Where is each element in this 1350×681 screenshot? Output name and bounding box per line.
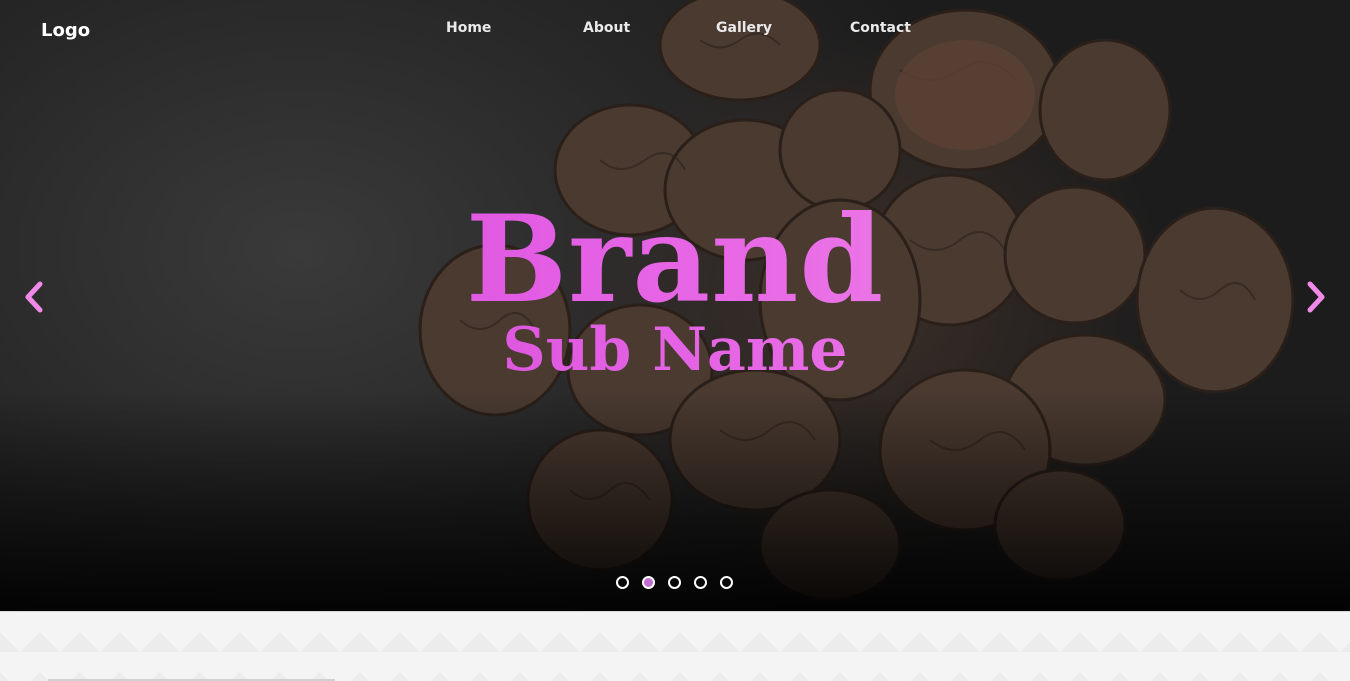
carousel-dot-5[interactable]: [720, 576, 733, 589]
main-nav: Home About Gallery Contact: [0, 20, 1350, 42]
hero-carousel: Logo Home About Gallery Contact Brand Su…: [0, 0, 1350, 611]
nav-home[interactable]: Home: [446, 20, 491, 36]
carousel-dot-3[interactable]: [668, 576, 681, 589]
nav-about[interactable]: About: [583, 20, 630, 36]
carousel-indicators: [616, 576, 733, 589]
carousel-dot-4[interactable]: [694, 576, 707, 589]
carousel-dot-2[interactable]: [642, 576, 655, 589]
brand-subtitle: Sub Name: [0, 318, 1350, 382]
nav-contact[interactable]: Contact: [850, 20, 911, 36]
content-section: [0, 611, 1350, 681]
brand-title: Brand: [0, 190, 1350, 330]
nav-gallery[interactable]: Gallery: [716, 20, 772, 36]
carousel-prev-button[interactable]: [20, 280, 50, 314]
carousel-next-button[interactable]: [1300, 280, 1330, 314]
chevron-right-icon: [1307, 281, 1325, 313]
chevron-left-icon: [25, 281, 43, 313]
carousel-dot-1[interactable]: [616, 576, 629, 589]
